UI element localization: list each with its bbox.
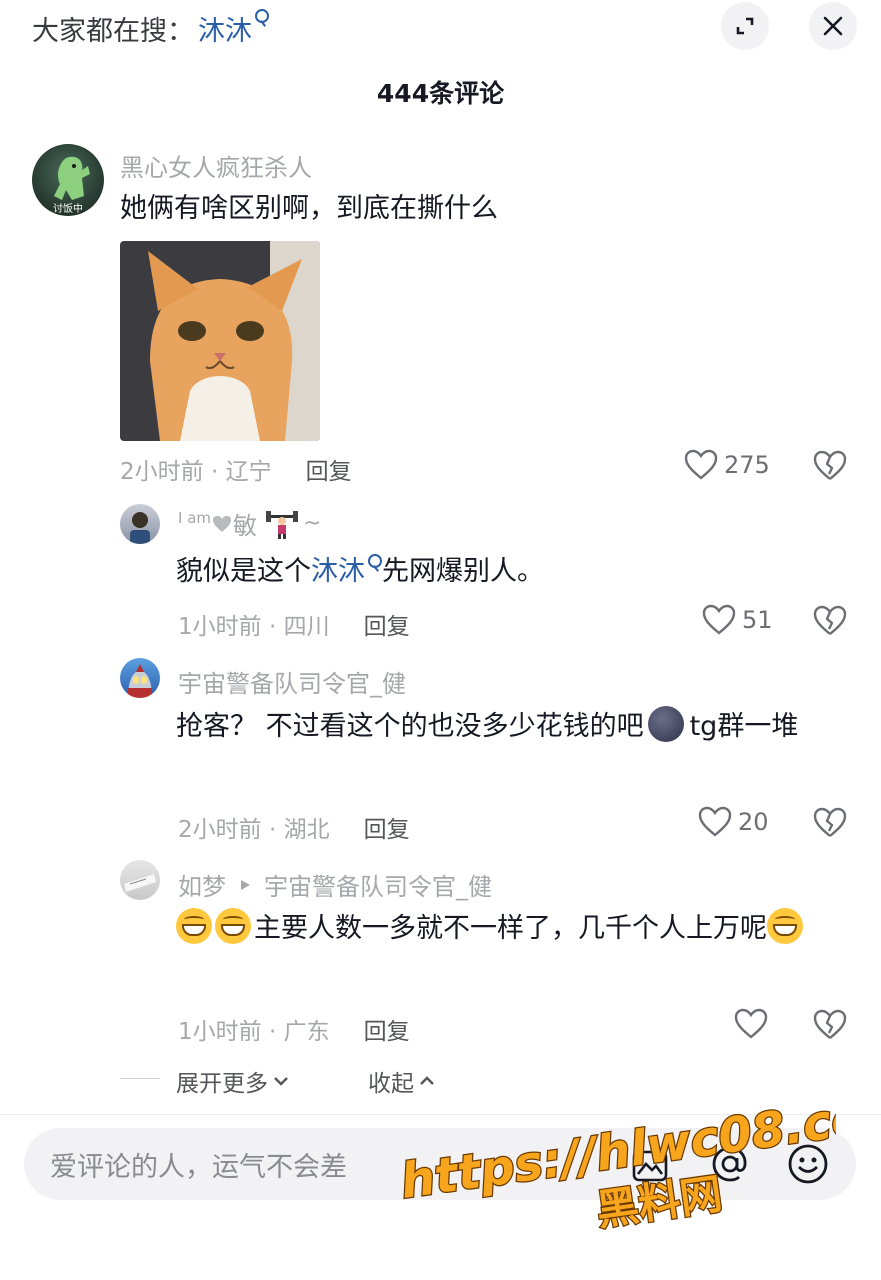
moon-emoji-icon (647, 706, 684, 742)
avatar-paper-icon (124, 874, 156, 892)
reply-button[interactable]: 回复 (364, 810, 410, 844)
thread-divider (120, 1078, 160, 1079)
reply-button[interactable]: 回复 (364, 607, 410, 641)
reply-text-after: 先网爆别人。 (382, 556, 544, 587)
reply-username[interactable]: 宇宙警备队司令官_健 (178, 664, 406, 699)
search-keyword[interactable]: 沐沐 (198, 9, 252, 48)
username-suffix: 敏 (233, 512, 257, 540)
reply-meta: 1小时前 · 四川 回复 (178, 607, 410, 641)
expand-more-button[interactable]: 展开更多 (176, 1064, 290, 1098)
reply-username[interactable]: I am 敏 ~ (178, 506, 321, 541)
comment-meta: 2小时前 · 辽宁 回复 (120, 452, 352, 486)
like-button[interactable]: 51 (702, 604, 773, 636)
reply-button[interactable]: 回复 (364, 1012, 410, 1046)
avatar-ultraman-icon (128, 664, 152, 698)
reply-keyword[interactable]: 沐沐 (311, 556, 365, 587)
close-button[interactable] (809, 2, 857, 50)
avatar[interactable]: 讨饭中 (32, 144, 104, 216)
username-tail: ~ (303, 511, 322, 536)
reply-username[interactable]: 如梦 (178, 867, 226, 902)
reply-text-after: tg群一堆 (689, 711, 799, 742)
reply-time-location: 1小时前 · 四川 (178, 614, 330, 640)
dislike-button[interactable] (812, 1008, 848, 1042)
chevron-down-icon (274, 1077, 288, 1086)
dislike-button[interactable] (812, 449, 848, 483)
reply-meta: 2小时前 · 湖北 回复 (178, 810, 410, 844)
like-button[interactable]: 20 (698, 806, 769, 838)
grin-emoji-icon (767, 908, 803, 944)
search-icon (368, 554, 382, 568)
comment-sticker-cat[interactable] (120, 241, 320, 441)
weightlifter-emoji-icon (266, 510, 298, 539)
search-prefix: 大家都在搜： (32, 15, 194, 47)
like-count: 275 (724, 451, 770, 479)
reply-text: 抢客？ 不过看这个的也没多少花钱的吧 tg群一堆 (176, 703, 836, 751)
reply-text: 貌似是这个沐沐 先网爆别人。 (176, 548, 544, 596)
reply-meta: 1小时前 · 广东 回复 (178, 1012, 410, 1046)
like-button[interactable] (734, 1008, 774, 1040)
grin-emoji-icon (215, 908, 251, 944)
heart-icon (684, 449, 718, 480)
broken-heart-icon (813, 605, 847, 635)
reply-text-body: 主要人数一多就不一样了，几千个人上万呢 (254, 913, 767, 944)
reply-text: 主要人数一多就不一样了，几千个人上万呢 (176, 905, 836, 953)
reply-button[interactable]: 回复 (306, 452, 352, 486)
username-prefix: I am (178, 508, 211, 527)
heart-emoji-icon (213, 515, 231, 532)
close-icon (823, 16, 843, 36)
expand-button[interactable] (721, 2, 769, 50)
avatar[interactable] (120, 658, 160, 698)
reply-text-before: 貌似是这个 (176, 556, 311, 587)
dislike-button[interactable] (812, 604, 848, 638)
like-count: 20 (738, 808, 769, 836)
like-button[interactable]: 275 (684, 449, 770, 481)
heart-icon (734, 1008, 768, 1039)
avatar[interactable] (120, 860, 160, 900)
reply-arrow-icon (241, 879, 250, 890)
expand-more-label: 展开更多 (176, 1071, 268, 1097)
heart-icon (702, 604, 736, 635)
dislike-button[interactable] (812, 806, 848, 840)
reply-time-location: 1小时前 · 广东 (178, 1019, 330, 1045)
expand-icon (736, 17, 754, 35)
avatar-caption: 讨饭中 (53, 204, 83, 215)
search-icon (255, 9, 269, 23)
avatar-person-icon (130, 512, 150, 544)
reply-text-before: 抢客？ 不过看这个的也没多少花钱的吧 (176, 711, 644, 742)
comment-username[interactable]: 黑心女人疯狂杀人 (120, 148, 312, 183)
search-suggestion[interactable]: 大家都在搜： 沐沐 (32, 8, 269, 48)
comment-count-title: 444条评论 (376, 79, 505, 108)
broken-heart-icon (813, 807, 847, 837)
like-count: 51 (742, 606, 773, 634)
comment-text: 她俩有啥区别啊，到底在撕什么 (120, 193, 498, 224)
comment-time-location: 2小时前 · 辽宁 (120, 459, 272, 485)
reply-username-line: 如梦 宇宙警备队司令官_健 (178, 867, 492, 902)
grin-emoji-icon (176, 908, 212, 944)
chevron-up-icon (420, 1076, 434, 1085)
watermark-graphic: https://hlwc08.com 黑料网 (396, 1081, 881, 1236)
broken-heart-icon (813, 450, 847, 480)
reply-to-username[interactable]: 宇宙警备队司令官_健 (264, 867, 492, 902)
comment-input-placeholder: 爱评论的人，运气不会差 (50, 1152, 347, 1183)
reply-time-location: 2小时前 · 湖北 (178, 817, 330, 843)
heart-icon (698, 806, 732, 837)
avatar[interactable] (120, 504, 160, 544)
watermark: https://hlwc08.com 黑料网 (396, 1081, 881, 1236)
broken-heart-icon (813, 1009, 847, 1039)
cat-photo (120, 241, 320, 441)
